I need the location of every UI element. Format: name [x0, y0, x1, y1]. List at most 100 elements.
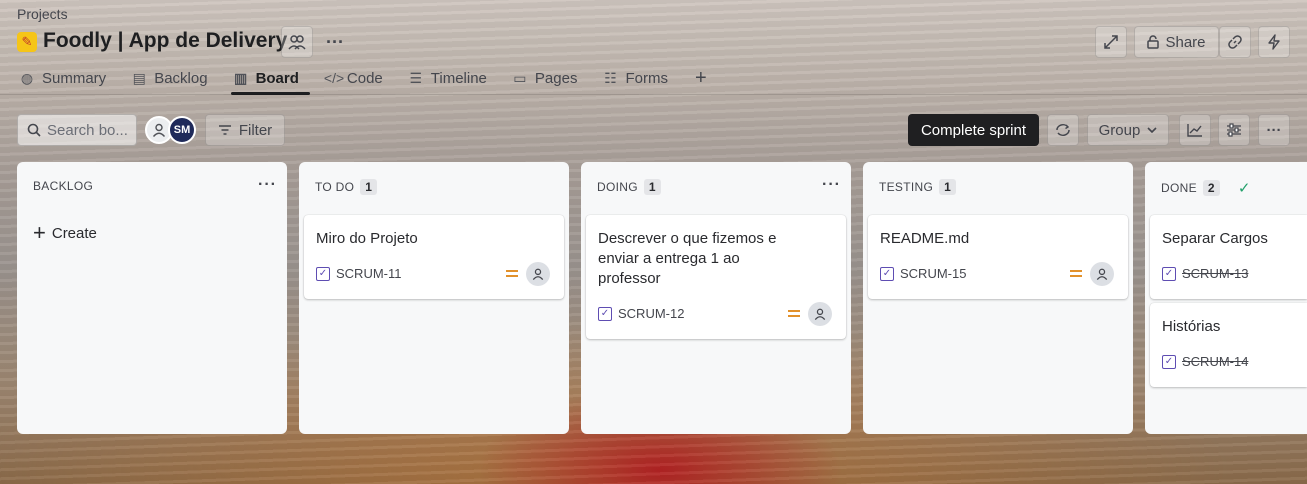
issue-card[interactable]: Separar Cargos ✓ SCRUM-13: [1150, 215, 1307, 299]
issue-key[interactable]: SCRUM-14: [1182, 354, 1248, 369]
search-placeholder: Search bo...: [47, 121, 128, 139]
automation-button[interactable]: [1258, 26, 1290, 58]
column-header: BACKLOG: [33, 179, 94, 193]
assignee-avatar[interactable]: [526, 262, 550, 286]
issue-key[interactable]: SCRUM-11: [336, 266, 402, 281]
code-icon: </>: [323, 70, 345, 86]
issue-card[interactable]: Descrever o que fizemos e enviar a entre…: [586, 215, 846, 339]
search-input[interactable]: Search bo...: [17, 114, 137, 146]
fullscreen-button[interactable]: [1095, 26, 1127, 58]
column-more-button[interactable]: ···: [258, 176, 277, 194]
tab-pages[interactable]: ▭ Pages: [510, 64, 589, 92]
issue-title: README.md: [880, 230, 970, 247]
plus-icon: +: [694, 66, 707, 89]
complete-sprint-button[interactable]: Complete sprint: [908, 114, 1039, 146]
plus-icon: +: [33, 220, 46, 245]
issue-count: 1: [360, 179, 378, 195]
globe-icon: ◍: [20, 69, 34, 86]
sliders-icon: [1227, 123, 1241, 137]
filter-label: Filter: [238, 121, 273, 139]
priority-medium-icon: [1070, 270, 1082, 277]
team-icon-button[interactable]: [281, 26, 313, 58]
user-icon: [152, 123, 166, 137]
user-icon: [532, 268, 544, 280]
column-header: TESTING 1: [879, 179, 957, 195]
group-label: Group: [1098, 121, 1141, 139]
column-header: DOING 1: [597, 179, 661, 195]
more-actions-button[interactable]: ···: [322, 30, 348, 54]
pages-icon: ▭: [513, 69, 527, 86]
task-icon: ✓: [1162, 266, 1176, 281]
forms-icon: ☷: [604, 69, 617, 86]
priority-medium-icon: [506, 270, 518, 277]
expand-icon: [1104, 35, 1118, 49]
issue-footer: ✓ SCRUM-11: [316, 266, 402, 281]
board-more-button[interactable]: ···: [1258, 114, 1290, 146]
insights-button[interactable]: [1179, 114, 1211, 146]
tab-summary[interactable]: ◍ Summary: [17, 64, 117, 92]
copy-link-button[interactable]: [1219, 26, 1251, 58]
issue-footer: ✓ SCRUM-15: [880, 266, 966, 281]
project-tabs: ◍ Summary ▤ Backlog ▥ Board </> Code ☰ Timeli…: [17, 64, 723, 95]
tab-code[interactable]: </> Code: [322, 64, 394, 92]
task-icon: ✓: [598, 306, 612, 321]
tab-timeline[interactable]: ☰ Timeline: [406, 64, 498, 92]
chevron-down-icon: [1147, 127, 1157, 133]
share-button[interactable]: Share: [1134, 26, 1219, 58]
user-icon: [814, 308, 826, 320]
priority-medium-icon: [788, 310, 800, 317]
column-header: DONE 2 ✓: [1161, 180, 1251, 197]
issue-card[interactable]: Histórias ✓ SCRUM-14: [1150, 303, 1307, 387]
checkmark-icon: ✓: [1237, 180, 1251, 197]
user-icon: [1096, 268, 1108, 280]
timeline-icon: ☰: [409, 69, 423, 86]
add-tab-button[interactable]: +: [691, 64, 711, 92]
view-settings-button[interactable]: [1218, 114, 1250, 146]
project-icon: ✎: [17, 32, 37, 52]
issue-count: 2: [1202, 180, 1220, 196]
create-issue-button[interactable]: + Create: [33, 220, 97, 245]
assignee-avatar[interactable]: [808, 302, 832, 326]
filter-button[interactable]: Filter: [205, 114, 285, 146]
board-icon: ▥: [233, 69, 248, 86]
issue-footer: ✓ SCRUM-12: [598, 306, 684, 321]
column-done: DONE 2 ✓ Separar Cargos ✓ SCRUM-13 História…: [1145, 162, 1307, 434]
share-label: Share: [1165, 33, 1206, 51]
issue-title: Miro do Projeto: [316, 230, 418, 247]
sync-icon: [1056, 124, 1070, 136]
tab-forms[interactable]: ☷ Forms: [600, 64, 679, 92]
header-divider: [0, 94, 1307, 95]
column-testing: TESTING 1 README.md ✓ SCRUM-15: [863, 162, 1133, 434]
project-title: Foodly | App de Delivery: [43, 29, 288, 52]
issue-footer: ✓ SCRUM-14: [1162, 354, 1248, 369]
issue-card[interactable]: README.md ✓ SCRUM-15: [868, 215, 1128, 299]
task-icon: ✓: [880, 266, 894, 281]
issue-key[interactable]: SCRUM-12: [618, 306, 684, 321]
tab-backlog[interactable]: ▤ Backlog: [129, 64, 218, 92]
column-doing: DOING 1 ··· Descrever o que fizemos e env…: [581, 162, 851, 434]
lightning-icon: [1268, 34, 1280, 50]
lock-icon: [1147, 35, 1160, 49]
task-icon: ✓: [1162, 354, 1176, 369]
issue-count: 1: [939, 179, 957, 195]
search-icon: [27, 123, 41, 137]
issue-title: Descrever o que fizemos e enviar a entre…: [598, 230, 777, 287]
column-header: TO DO 1: [315, 179, 378, 195]
breadcrumb[interactable]: Projects: [17, 6, 68, 22]
column-backlog: BACKLOG ··· + Create: [17, 162, 287, 434]
issue-title: Histórias: [1162, 318, 1221, 335]
tab-board[interactable]: ▥ Board: [230, 64, 311, 95]
team-icon: [288, 35, 306, 50]
issue-count: 1: [643, 179, 661, 195]
column-todo: TO DO 1 Miro do Projeto ✓ SCRUM-11: [299, 162, 569, 434]
issue-key[interactable]: SCRUM-15: [900, 266, 966, 281]
filter-icon: [218, 125, 231, 135]
issue-card[interactable]: Miro do Projeto ✓ SCRUM-11: [304, 215, 564, 299]
column-more-button[interactable]: ···: [822, 176, 841, 194]
group-dropdown[interactable]: Group: [1087, 114, 1169, 146]
issue-key[interactable]: SCRUM-13: [1182, 266, 1248, 281]
backlog-icon: ▤: [132, 69, 146, 86]
assignee-avatar[interactable]: [1090, 262, 1114, 286]
avatar-sm[interactable]: SM: [168, 116, 196, 144]
retrospective-button[interactable]: [1047, 114, 1079, 146]
